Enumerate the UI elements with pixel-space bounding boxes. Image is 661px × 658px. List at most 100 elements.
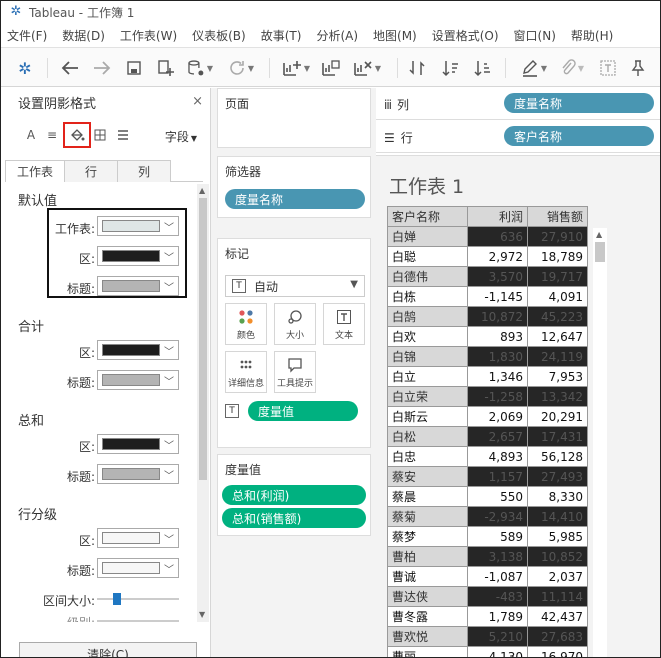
label-icon[interactable] [597, 56, 619, 80]
tab-worksheet[interactable]: 工作表 [5, 160, 65, 182]
sales-cell[interactable]: 17,431 [527, 426, 588, 447]
table-row[interactable]: 白立 1,346 7,953 [387, 366, 588, 387]
back-arrow-icon[interactable] [59, 56, 81, 80]
table-row[interactable]: 白德伟 3,570 19,717 [387, 266, 588, 287]
sales-cell[interactable]: 56,128 [527, 446, 588, 467]
table-scrollbar[interactable]: ▲ [593, 228, 607, 657]
table-row[interactable]: 曹诚 -1,087 2,037 [387, 566, 588, 587]
sales-cell[interactable]: 27,910 [527, 226, 588, 247]
sales-cell[interactable]: 4,091 [527, 286, 588, 307]
tableau-logo-icon[interactable]: ✲ [13, 56, 37, 80]
row-banding-pane-dropdown[interactable]: ﹀ [97, 528, 179, 548]
table-row[interactable]: 白松 2,657 17,431 [387, 426, 588, 447]
pages-card[interactable]: 页面 [217, 88, 371, 148]
customer-name-cell[interactable]: 白鹄 [387, 306, 468, 327]
lines-format-icon[interactable] [117, 124, 129, 146]
table-row[interactable]: 白锦 1,830 24,119 [387, 346, 588, 367]
sales-cell[interactable]: 18,789 [527, 246, 588, 267]
profit-cell[interactable]: -1,087 [467, 566, 528, 587]
table-row[interactable]: 曹达侠 -483 11,114 [387, 586, 588, 607]
sales-cell[interactable]: 20,291 [527, 406, 588, 427]
grand-totals-pane-dropdown[interactable]: ﹀ [97, 434, 179, 454]
attach-icon[interactable]: ▼ [557, 56, 587, 80]
mark-type-dropdown[interactable]: T 自动 ▼ [225, 275, 365, 297]
sales-cell[interactable]: 10,852 [527, 546, 588, 567]
sales-cell[interactable]: 13,342 [527, 386, 588, 407]
sales-cell[interactable]: 19,717 [527, 266, 588, 287]
customer-name-cell[interactable]: 蔡晨 [387, 486, 468, 507]
band-size-slider[interactable] [97, 598, 179, 600]
profit-cell[interactable]: 2,657 [467, 426, 528, 447]
menu-worksheet[interactable]: 工作表(W) [120, 27, 177, 44]
profit-cell[interactable]: 10,872 [467, 306, 528, 327]
swap-icon[interactable] [405, 56, 429, 80]
refresh-icon[interactable]: ▼ [223, 56, 259, 80]
table-row[interactable]: 白聪 2,972 18,789 [387, 246, 588, 267]
fields-dropdown[interactable]: 字段 ▼ [165, 128, 197, 145]
table-row[interactable]: 蔡晨 550 8,330 [387, 486, 588, 507]
table-row[interactable]: 曹欢悦 5,210 27,683 [387, 626, 588, 647]
profit-cell[interactable]: 2,069 [467, 406, 528, 427]
sales-cell[interactable]: 16,970 [527, 646, 588, 657]
sales-cell[interactable]: 2,037 [527, 566, 588, 587]
scroll-thumb[interactable] [199, 198, 207, 480]
forward-arrow-icon[interactable] [91, 56, 113, 80]
customer-name-cell[interactable]: 曹诚 [387, 566, 468, 587]
profit-cell[interactable]: 4,893 [467, 446, 528, 467]
table-row[interactable]: 白欢 893 12,647 [387, 326, 588, 347]
sales-cell[interactable]: 27,683 [527, 626, 588, 647]
scroll-up-icon[interactable]: ▲ [199, 186, 205, 195]
table-row[interactable]: 曹柏 3,138 10,852 [387, 546, 588, 567]
customer-name-cell[interactable]: 白栋 [387, 286, 468, 307]
menu-window[interactable]: 窗口(N) [514, 27, 556, 44]
totals-pane-dropdown[interactable]: ﹀ [97, 340, 179, 360]
menu-data[interactable]: 数据(D) [62, 27, 105, 44]
customer-name-cell[interactable]: 白忠 [387, 446, 468, 467]
sales-cell[interactable]: 7,953 [527, 366, 588, 387]
columns-shelf[interactable]: iii 列 度量名称 [376, 88, 660, 120]
measure-pill-sum-sales[interactable]: 总和(销售额) [222, 508, 366, 528]
sales-cell[interactable]: 45,223 [527, 306, 588, 327]
customer-name-cell[interactable]: 蔡菊 [387, 506, 468, 527]
connect-icon[interactable]: ▼ [187, 56, 213, 80]
profit-cell[interactable]: 589 [467, 526, 528, 547]
menu-file[interactable]: 文件(F) [7, 27, 47, 44]
profit-cell[interactable]: 3,138 [467, 546, 528, 567]
columns-pill-measure-names[interactable]: 度量名称 [504, 93, 654, 113]
close-icon[interactable]: × [192, 94, 203, 109]
column-header[interactable]: 客户名称 [387, 206, 468, 227]
band-size-slider-handle[interactable] [113, 593, 121, 605]
sales-cell[interactable]: 8,330 [527, 486, 588, 507]
sort-ascending-icon[interactable] [439, 56, 463, 80]
sales-cell[interactable]: 5,985 [527, 526, 588, 547]
customer-name-cell[interactable]: 白斯云 [387, 406, 468, 427]
level-slider[interactable] [97, 620, 179, 622]
profit-cell[interactable]: 550 [467, 486, 528, 507]
customer-name-cell[interactable]: 曹欢悦 [387, 626, 468, 647]
totals-header-dropdown[interactable]: ﹀ [97, 370, 179, 390]
pin-icon[interactable] [627, 56, 649, 80]
tab-rows[interactable]: 行 [64, 160, 118, 182]
profit-cell[interactable]: 636 [467, 226, 528, 247]
profit-cell[interactable]: 1,346 [467, 366, 528, 387]
sales-cell[interactable]: 11,114 [527, 586, 588, 607]
profit-cell[interactable]: 5,210 [467, 626, 528, 647]
customer-name-cell[interactable]: 白婵 [387, 226, 468, 247]
format-panel-scrollbar[interactable]: ▲ ▼ [197, 184, 209, 622]
menu-format[interactable]: 设置格式(O) [432, 27, 499, 44]
table-row[interactable]: 白栋 -1,145 4,091 [387, 286, 588, 307]
highlight-icon[interactable]: ▼ [517, 56, 551, 80]
shading-bucket-icon[interactable] [63, 122, 91, 148]
table-row[interactable]: 蔡梦 589 5,985 [387, 526, 588, 547]
column-header[interactable]: 销售额 [527, 206, 588, 227]
profit-cell[interactable]: -1,258 [467, 386, 528, 407]
measure-pill-sum-profit[interactable]: 总和(利润) [222, 485, 366, 505]
rows-pill-customer-name[interactable]: 客户名称 [504, 126, 654, 146]
menu-help[interactable]: 帮助(H) [571, 27, 613, 44]
customer-name-cell[interactable]: 蔡梦 [387, 526, 468, 547]
customer-name-cell[interactable]: 蔡安 [387, 466, 468, 487]
new-datasource-icon[interactable] [155, 56, 177, 80]
column-header[interactable]: 利润 [467, 206, 528, 227]
profit-cell[interactable]: -483 [467, 586, 528, 607]
profit-cell[interactable]: 3,570 [467, 266, 528, 287]
